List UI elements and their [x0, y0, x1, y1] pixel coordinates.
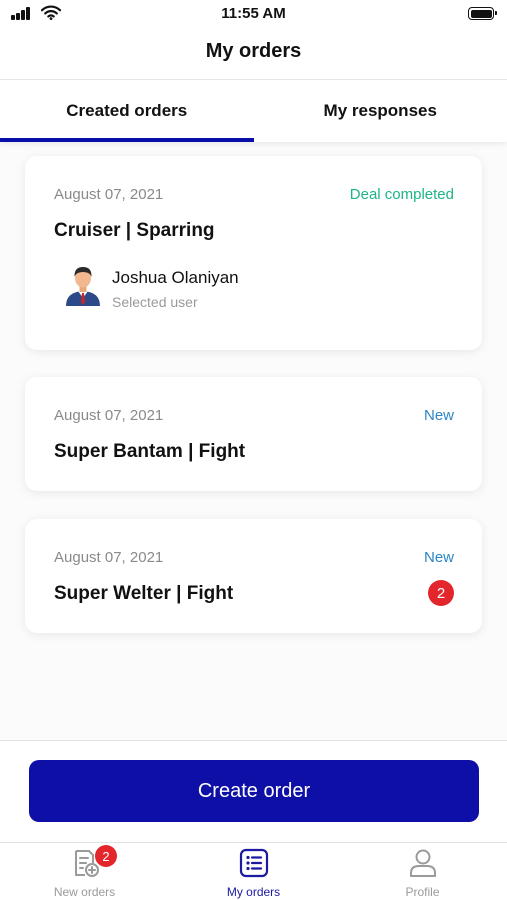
- action-area: Create order: [0, 740, 507, 842]
- unread-badge: 2: [428, 580, 454, 606]
- nav-profile[interactable]: Profile: [338, 843, 507, 900]
- battery-icon: [468, 7, 497, 20]
- status-time: 11:55 AM: [221, 5, 286, 22]
- order-status: Deal completed: [349, 186, 454, 203]
- selected-user-role: Selected user: [112, 294, 198, 310]
- tab-my-responses[interactable]: My responses: [254, 80, 507, 142]
- order-title: Super Bantam | Fight: [54, 441, 246, 462]
- bottom-nav: 2 New orders My orders Profile: [0, 842, 507, 900]
- page-title: My orders: [205, 40, 302, 62]
- active-tab-indicator: [0, 138, 254, 142]
- order-status: New: [423, 549, 454, 566]
- status-bar: 11:55 AM: [0, 0, 507, 28]
- create-order-button[interactable]: Create order: [29, 760, 479, 822]
- order-tabs: Created orders My responses: [0, 80, 507, 142]
- order-date: August 07, 2021: [54, 186, 164, 203]
- order-card[interactable]: August 07, 2021 New Super Welter | Fight…: [25, 519, 482, 633]
- nav-my-orders[interactable]: My orders: [169, 843, 338, 900]
- nav-new-orders[interactable]: 2 New orders: [0, 843, 169, 900]
- order-title: Super Welter | Fight: [54, 583, 234, 604]
- order-date: August 07, 2021: [54, 407, 164, 424]
- order-list: August 07, 2021 Deal completed Cruiser |…: [0, 142, 507, 740]
- selected-user-name: Joshua Olaniyan: [112, 268, 239, 287]
- avatar: [66, 267, 100, 306]
- order-card[interactable]: August 07, 2021 Deal completed Cruiser |…: [25, 156, 482, 350]
- new-orders-badge: 2: [95, 845, 117, 867]
- order-title: Cruiser | Sparring: [54, 220, 215, 241]
- nav-label: Profile: [405, 885, 440, 899]
- list-icon: [239, 848, 268, 878]
- order-card[interactable]: August 07, 2021 New Super Bantam | Fight: [25, 377, 482, 491]
- tab-created-orders[interactable]: Created orders: [0, 80, 254, 142]
- user-icon: [409, 849, 436, 877]
- nav-label: My orders: [226, 885, 281, 899]
- order-date: August 07, 2021: [54, 549, 164, 566]
- nav-label: New orders: [53, 885, 116, 899]
- order-status: New: [423, 407, 454, 424]
